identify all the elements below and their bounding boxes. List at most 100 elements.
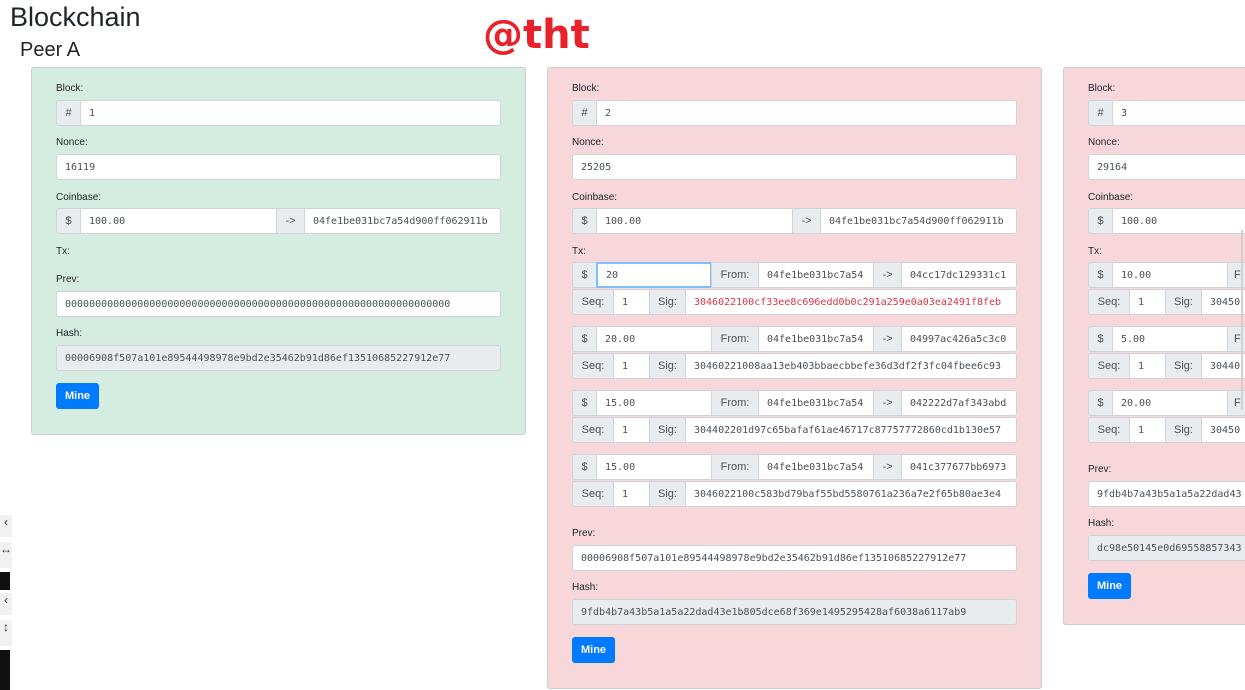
tx-sig-row: Seq: 1 Sig: 3046022100cf33ee8c696edd0b0c… xyxy=(572,289,1017,315)
hash-group: 00006908f507a101e89544498978e9bd2e35462b… xyxy=(56,345,501,371)
tx-seq-input[interactable]: 1 xyxy=(1129,417,1166,443)
dark-strip xyxy=(0,650,10,690)
seq-addon: Seq: xyxy=(572,289,614,315)
coinbase-amount-input[interactable]: 100.00 xyxy=(596,208,793,234)
tx-seq-input[interactable]: 1 xyxy=(613,481,650,507)
tx-label: Tx: xyxy=(1088,246,1102,257)
prev-group: 00006908f507a101e89544498978e9bd2e35462b… xyxy=(572,545,1017,571)
tx-label: Tx: xyxy=(56,246,70,257)
tx-sig-input[interactable]: 30440 xyxy=(1201,353,1245,379)
nonce-group: 25205 xyxy=(572,154,1017,180)
nonce-input[interactable]: 29164 xyxy=(1088,154,1245,180)
scrollbar-track[interactable] xyxy=(1241,230,1243,410)
tx-row: $ 20.00 From: 04fe1be031bc7a54 -> 04997a… xyxy=(572,326,1017,352)
dollar-addon: $ xyxy=(572,390,597,416)
tx-from-input[interactable]: 04fe1be031bc7a54 xyxy=(758,262,874,288)
block-number-group: # 3 xyxy=(1088,100,1245,126)
tx-amount-input[interactable]: 10.00 xyxy=(1112,262,1228,288)
prev-input[interactable]: 0000000000000000000000000000000000000000… xyxy=(56,291,501,317)
block-number-group: # 1 xyxy=(56,100,501,126)
tx-label: Tx: xyxy=(572,246,586,257)
coinbase-amount-input[interactable]: 100.00 xyxy=(80,208,277,234)
dark-strip xyxy=(0,572,10,590)
coinbase-group: $ 100.00 -> 04fe1be031bc7a54d900ff062911… xyxy=(572,208,1017,234)
nonce-group: 16119 xyxy=(56,154,501,180)
tx-amount-input[interactable]: 20.00 xyxy=(596,326,712,352)
tx-to-input[interactable]: 042222d7af343abd xyxy=(901,390,1017,416)
tx-from-input[interactable]: 04fe1be031bc7a54 xyxy=(758,326,874,352)
tx-sig-input[interactable]: 30460221008aa13eb403bbaecbbefe36d3df2f3f… xyxy=(685,353,1017,379)
block-card-1: Block: # 1 Nonce: 16119 Coinbase: $ 100.… xyxy=(31,67,526,435)
from-addon: From: xyxy=(711,326,759,352)
nonce-group: 29164 xyxy=(1088,154,1245,180)
from-addon: From: xyxy=(711,454,759,480)
tx-amount-input[interactable]: 15.00 xyxy=(596,454,712,480)
arrow-addon: -> xyxy=(792,208,821,234)
nonce-input[interactable]: 25205 xyxy=(572,154,1017,180)
dollar-addon: $ xyxy=(1088,262,1113,288)
dollar-addon: $ xyxy=(572,208,597,234)
resize-vertical-icon[interactable]: ↕ xyxy=(0,620,12,646)
resize-horizontal-icon[interactable]: ↔ xyxy=(0,542,12,568)
sig-addon: Sig: xyxy=(649,481,686,507)
tx-sig-input[interactable]: 3046022100c583bd79baf55bd5580761a236a7e2… xyxy=(685,481,1017,507)
block-label: Block: xyxy=(56,83,84,94)
block-number-input[interactable]: 3 xyxy=(1112,100,1245,126)
seq-addon: Seq: xyxy=(572,417,614,443)
coinbase-group: $ 100.00 xyxy=(1088,208,1245,234)
from-addon: From: xyxy=(711,262,759,288)
coinbase-to-input[interactable]: 04fe1be031bc7a54d900ff062911b xyxy=(820,208,1017,234)
arrow-addon: -> xyxy=(873,454,902,480)
tx-to-input[interactable]: 04997ac426a5c3c0 xyxy=(901,326,1017,352)
tx-seq-input[interactable]: 1 xyxy=(613,417,650,443)
hash-output: 00006908f507a101e89544498978e9bd2e35462b… xyxy=(56,345,501,371)
tx-seq-input[interactable]: 1 xyxy=(613,289,650,315)
tx-amount-input[interactable]: 20 xyxy=(596,262,712,288)
tx-sig-row: Seq: 1 Sig: 30450 xyxy=(1088,417,1245,443)
coinbase-label: Coinbase: xyxy=(56,192,102,203)
tx-amount-input[interactable]: 5.00 xyxy=(1112,326,1228,352)
seq-addon: Seq: xyxy=(1088,353,1130,379)
coinbase-label: Coinbase: xyxy=(1088,192,1134,203)
tx-amount-input[interactable]: 20.00 xyxy=(1112,390,1228,416)
prev-label: Prev: xyxy=(572,528,596,539)
chevron-left-icon[interactable]: ‹ xyxy=(0,515,12,537)
tx-sig-input[interactable]: 3046022100cf33ee8c696edd0b0c291a259e0a03… xyxy=(685,289,1017,315)
hash-label: Hash: xyxy=(572,582,599,593)
coinbase-amount-input[interactable]: 100.00 xyxy=(1112,208,1245,234)
sig-addon: Sig: xyxy=(649,353,686,379)
tx-sig-row: Seq: 1 Sig: 304402201d97c65bafaf61ae4671… xyxy=(572,417,1017,443)
coinbase-to-input[interactable]: 04fe1be031bc7a54d900ff062911b xyxy=(304,208,501,234)
tx-sig-row: Seq: 1 Sig: 30460221008aa13eb403bbaecbbe… xyxy=(572,353,1017,379)
prev-group: 9fdb4b7a43b5a1a5a22dad43 xyxy=(1088,481,1245,507)
tx-seq-input[interactable]: 1 xyxy=(1129,289,1166,315)
tx-from-input[interactable]: 04fe1be031bc7a54 xyxy=(758,390,874,416)
tx-to-input[interactable]: 04cc17dc129331c1 xyxy=(901,262,1017,288)
tx-sig-input[interactable]: 30450 xyxy=(1201,417,1245,443)
tx-seq-input[interactable]: 1 xyxy=(1129,353,1166,379)
tx-seq-input[interactable]: 1 xyxy=(613,353,650,379)
tx-row: $ 15.00 From: 04fe1be031bc7a54 -> 042222… xyxy=(572,390,1017,416)
mine-button[interactable]: Mine xyxy=(572,637,615,663)
tx-amount-input[interactable]: 15.00 xyxy=(596,390,712,416)
block-number-input[interactable]: 2 xyxy=(596,100,1017,126)
chevron-left-icon[interactable]: ‹ xyxy=(0,593,12,615)
hash-label: Hash: xyxy=(1088,518,1115,529)
hash-output: dc98e50145e0d69558857343 xyxy=(1088,535,1245,561)
tx-sig-row: Seq: 1 Sig: 30440 xyxy=(1088,353,1245,379)
block-number-input[interactable]: 1 xyxy=(80,100,501,126)
mine-button[interactable]: Mine xyxy=(1088,573,1131,599)
tx-sig-input[interactable]: 304402201d97c65bafaf61ae46717c8775777286… xyxy=(685,417,1017,443)
prev-input[interactable]: 00006908f507a101e89544498978e9bd2e35462b… xyxy=(572,545,1017,571)
from-addon: From: xyxy=(711,390,759,416)
tx-row: $ 15.00 From: 04fe1be031bc7a54 -> 041c37… xyxy=(572,454,1017,480)
arrow-addon: -> xyxy=(873,390,902,416)
tx-from-input[interactable]: 04fe1be031bc7a54 xyxy=(758,454,874,480)
nonce-input[interactable]: 16119 xyxy=(56,154,501,180)
mine-button[interactable]: Mine xyxy=(56,383,99,409)
tx-sig-input[interactable]: 30450 xyxy=(1201,289,1245,315)
prev-input[interactable]: 9fdb4b7a43b5a1a5a22dad43 xyxy=(1088,481,1245,507)
tx-to-input[interactable]: 041c377677bb6973 xyxy=(901,454,1017,480)
hash-sign-addon: # xyxy=(572,100,597,126)
sig-addon: Sig: xyxy=(649,289,686,315)
